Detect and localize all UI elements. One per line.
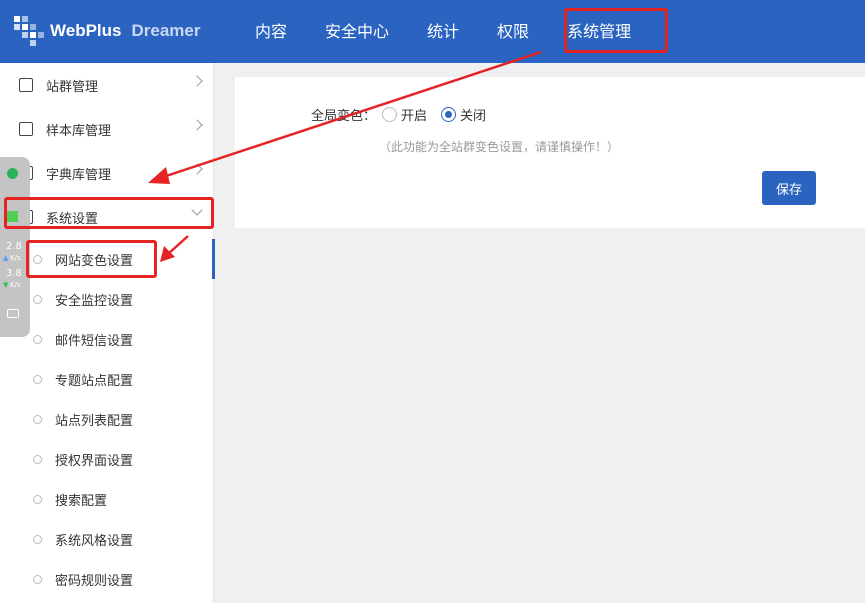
sidebar-group-site-group[interactable]: 站群管理 (0, 63, 214, 107)
sidebar-item-system-style[interactable]: 系统风格设置 (0, 519, 214, 559)
upload-arrow-icon: ▲ (3, 254, 9, 262)
sidebar-group-dictionary[interactable]: 字典库管理 (0, 151, 214, 195)
sidebar-item-label: 站点列表配置 (55, 413, 134, 429)
save-button[interactable]: 保存 (762, 171, 816, 205)
upload-speed: 2.8 (6, 241, 22, 252)
sidebar-item-site-color[interactable]: 网站变色设置 (0, 239, 215, 279)
bullet-icon (33, 574, 42, 584)
logo: WebPlus Dreamer (10, 14, 200, 48)
sidebar-item-label: 搜索配置 (55, 493, 108, 509)
bullet-icon (33, 534, 42, 544)
nav-content[interactable]: 内容 (236, 0, 306, 63)
chevron-down-icon (191, 204, 203, 216)
bullet-icon (33, 334, 42, 344)
download-arrow-icon: ▼ (3, 281, 9, 289)
download-speed: 3.8 (6, 268, 22, 279)
sidebar-item-label: 授权界面设置 (55, 453, 134, 469)
sidebar-item-label: 专题站点配置 (55, 373, 134, 389)
global-color-row: 全局变色： 开启 关闭 (311, 105, 486, 124)
sidebar-item-site-list[interactable]: 站点列表配置 (0, 399, 214, 439)
upload-unit: K/s (10, 254, 21, 262)
option-on-radio[interactable]: 开启 (382, 105, 427, 124)
sidebar-group-sample-library[interactable]: 样本库管理 (0, 107, 214, 151)
camera-icon[interactable] (7, 309, 19, 318)
radio-checked-icon (441, 107, 457, 122)
chevron-right-icon (191, 75, 203, 87)
sidebar-item-security-monitor[interactable]: 安全监控设置 (0, 279, 214, 319)
sidebar-item-label: 邮件短信设置 (55, 333, 134, 349)
sidebar-item-label: 系统风格设置 (55, 533, 134, 549)
warning-hint: （此功能为全站群变色设置，请谨慎操作！） (379, 140, 620, 154)
status-dot-icon (7, 168, 18, 179)
logo-text-secondary: Dreamer (131, 21, 201, 40)
sidebar-item-label: 网站变色设置 (55, 253, 134, 269)
sidebar-item-topic-site[interactable]: 专题站点配置 (0, 359, 214, 399)
site-group-icon (19, 78, 33, 92)
sidebar-group-label: 字典库管理 (46, 167, 112, 183)
download-unit: K/s (10, 281, 21, 289)
option-off-label: 关闭 (460, 109, 487, 124)
nav-permissions[interactable]: 权限 (478, 0, 548, 63)
sample-library-icon (19, 122, 33, 136)
logo-mark-icon (10, 14, 46, 48)
sidebar-item-label: 安全监控设置 (55, 293, 134, 309)
sidebar-item-search-config[interactable]: 搜索配置 (0, 479, 214, 519)
radio-unchecked-icon (382, 107, 398, 122)
sidebar-item-password-rules[interactable]: 密码规则设置 (0, 559, 214, 599)
option-on-label: 开启 (401, 109, 428, 124)
main-nav: 内容 安全中心 统计 权限 系统管理 (236, 0, 650, 63)
nav-statistics[interactable]: 统计 (408, 0, 478, 63)
bullet-icon (33, 414, 42, 424)
chevron-right-icon (191, 163, 203, 175)
settings-card: 全局变色： 开启 关闭 （此功能为全站群变色设置，请谨慎操作！） 保存 (235, 77, 865, 228)
option-off-radio[interactable]: 关闭 (441, 105, 486, 124)
sidebar-item-auth-ui[interactable]: 授权界面设置 (0, 439, 214, 479)
network-monitor-widget[interactable]: 2.8 ▲ K/s 3.8 ▼ K/s (0, 157, 30, 337)
bullet-icon (33, 454, 42, 464)
sidebar-group-label: 样本库管理 (46, 123, 112, 139)
bullet-icon (33, 254, 42, 264)
nav-security-center[interactable]: 安全中心 (306, 0, 408, 63)
chevron-right-icon (191, 119, 203, 131)
sidebar-group-system-settings[interactable]: 系统设置 (0, 195, 214, 239)
bullet-icon (33, 294, 42, 304)
top-header: WebPlus Dreamer 内容 安全中心 统计 权限 系统管理 (0, 0, 865, 63)
sidebar-item-label: 密码规则设置 (55, 573, 134, 589)
sidebar-group-label: 系统设置 (46, 211, 99, 227)
sidebar-item-mail-sms[interactable]: 邮件短信设置 (0, 319, 214, 359)
bullet-icon (33, 494, 42, 504)
bullet-icon (33, 374, 42, 384)
nav-system-management[interactable]: 系统管理 (548, 0, 650, 63)
status-square-icon (7, 211, 18, 222)
sidebar-group-label: 站群管理 (46, 79, 99, 95)
global-color-label: 全局变色： (311, 109, 377, 124)
sidebar: 站群管理 样本库管理 字典库管理 系统设置 网站变色设置 安全监控设置 邮件短信… (0, 63, 215, 603)
logo-text-primary: WebPlus (50, 21, 122, 40)
